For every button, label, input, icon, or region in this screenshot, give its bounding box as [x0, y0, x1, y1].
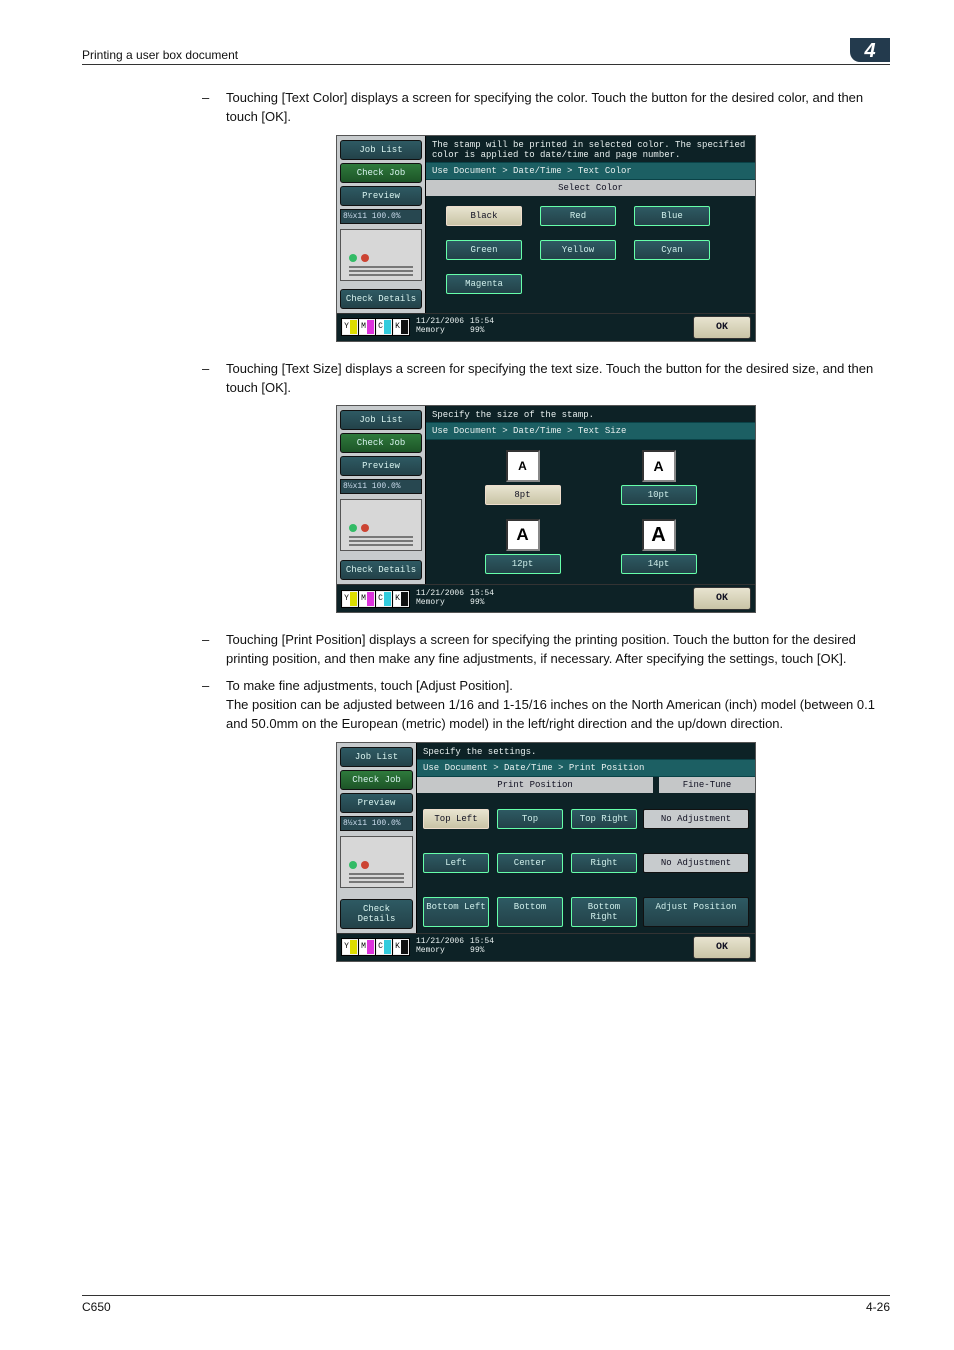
status-time: 15:5499%: [470, 318, 494, 336]
check-job-button[interactable]: Check Job: [340, 770, 413, 790]
check-job-button[interactable]: Check Job: [340, 163, 422, 183]
pos-top-right-button[interactable]: Top Right: [571, 809, 637, 829]
job-list-button[interactable]: Job List: [340, 747, 413, 767]
footer-page-number: 4-26: [866, 1300, 890, 1314]
pos-left-button[interactable]: Left: [423, 853, 489, 873]
bullet-text: Touching [Text Color] displays a screen …: [226, 89, 890, 127]
color-cyan-button[interactable]: Cyan: [634, 240, 710, 260]
pos-bottom-left-button[interactable]: Bottom Left: [423, 897, 489, 927]
check-details-button[interactable]: Check Details: [340, 289, 422, 309]
lcd-panel-print-position: Job List Check Job Preview 8½x11 100.0% …: [336, 742, 756, 962]
pos-top-button[interactable]: Top: [497, 809, 563, 829]
breadcrumb: Use Document > Date/Time > Text Size: [426, 422, 755, 440]
size-14pt-button[interactable]: 14pt: [621, 554, 697, 574]
job-list-button[interactable]: Job List: [340, 140, 422, 160]
chapter-badge: 4: [850, 38, 890, 62]
pos-bottom-button[interactable]: Bottom: [497, 897, 563, 927]
toner-indicator: Y M C K: [341, 938, 410, 956]
zoom-readout: 8½x11 100.0%: [340, 816, 413, 831]
zoom-readout: 8½x11 100.0%: [340, 209, 422, 224]
color-green-button[interactable]: Green: [446, 240, 522, 260]
lcd-panel-text-size: Job List Check Job Preview 8½x11 100.0% …: [336, 405, 756, 613]
preview-button[interactable]: Preview: [340, 456, 422, 476]
page-header: Printing a user box document 4: [82, 38, 890, 65]
lcd-sidebar: Job List Check Job Preview 8½x11 100.0% …: [337, 743, 416, 933]
color-black-button[interactable]: Black: [446, 206, 522, 226]
thumb-dot-icon: [349, 254, 357, 262]
section-header: Print Position: [417, 777, 653, 793]
pos-right-button[interactable]: Right: [571, 853, 637, 873]
ok-button[interactable]: OK: [693, 936, 751, 959]
size-sample-12pt: A: [506, 519, 540, 551]
check-details-button[interactable]: Check Details: [340, 560, 422, 580]
toner-indicator: Y M C K: [341, 590, 410, 608]
size-8pt-button[interactable]: 8pt: [485, 485, 561, 505]
zoom-readout: 8½x11 100.0%: [340, 479, 422, 494]
toner-indicator: Y M C K: [341, 318, 410, 336]
preview-thumbnail: [340, 836, 413, 888]
size-sample-10pt: A: [642, 450, 676, 482]
bullet-text: To make fine adjustments, touch [Adjust …: [226, 677, 890, 734]
page-footer: C650 4-26: [82, 1295, 890, 1314]
check-details-button[interactable]: Check Details: [340, 899, 413, 929]
job-list-button[interactable]: Job List: [340, 410, 422, 430]
lcd-panel-text-color: Job List Check Job Preview 8½x11 100.0% …: [336, 135, 756, 342]
lcd-sidebar: Job List Check Job Preview 8½x11 100.0% …: [337, 406, 425, 584]
color-magenta-button[interactable]: Magenta: [446, 274, 522, 294]
color-blue-button[interactable]: Blue: [634, 206, 710, 226]
size-10pt-button[interactable]: 10pt: [621, 485, 697, 505]
bullet-item: – To make fine adjustments, touch [Adjus…: [202, 677, 890, 734]
bullet-text: Touching [Print Position] displays a scr…: [226, 631, 890, 669]
lcd-sidebar: Job List Check Job Preview 8½x11 100.0% …: [337, 136, 425, 313]
bullet-item: – Touching [Print Position] displays a s…: [202, 631, 890, 669]
preview-thumbnail: [340, 229, 422, 281]
check-job-button[interactable]: Check Job: [340, 433, 422, 453]
size-sample-8pt: A: [506, 450, 540, 482]
color-yellow-button[interactable]: Yellow: [540, 240, 616, 260]
bullet-item: – Touching [Text Size] displays a screen…: [202, 360, 890, 398]
breadcrumb: Use Document > Date/Time > Print Positio…: [417, 759, 755, 777]
bullet-text: Touching [Text Size] displays a screen f…: [226, 360, 890, 398]
breadcrumb: Use Document > Date/Time > Text Color: [426, 162, 755, 180]
bullet-item: – Touching [Text Color] displays a scree…: [202, 89, 890, 127]
no-adjustment-readout: No Adjustment: [643, 853, 749, 873]
preview-button[interactable]: Preview: [340, 186, 422, 206]
thumb-dot-icon: [361, 254, 369, 262]
ok-button[interactable]: OK: [693, 587, 751, 610]
footer-model: C650: [82, 1300, 111, 1314]
adjust-position-button[interactable]: Adjust Position: [643, 897, 749, 927]
section-header: Select Color: [426, 180, 755, 196]
size-12pt-button[interactable]: 12pt: [485, 554, 561, 574]
status-date: 11/21/2006Memory: [416, 318, 464, 336]
pos-bottom-right-button[interactable]: Bottom Right: [571, 897, 637, 927]
lcd-message: Specify the settings.: [417, 743, 755, 759]
preview-thumbnail: [340, 499, 422, 551]
ok-button[interactable]: OK: [693, 316, 751, 339]
pos-top-left-button[interactable]: Top Left: [423, 809, 489, 829]
no-adjustment-readout: No Adjustment: [643, 809, 749, 829]
header-title: Printing a user box document: [82, 48, 238, 62]
lcd-message: Specify the size of the stamp.: [426, 406, 755, 422]
pos-center-button[interactable]: Center: [497, 853, 563, 873]
color-red-button[interactable]: Red: [540, 206, 616, 226]
lcd-message: The stamp will be printed in selected co…: [426, 136, 755, 162]
preview-button[interactable]: Preview: [340, 793, 413, 813]
section-header: Fine-Tune: [659, 777, 755, 793]
size-sample-14pt: A: [642, 519, 676, 551]
